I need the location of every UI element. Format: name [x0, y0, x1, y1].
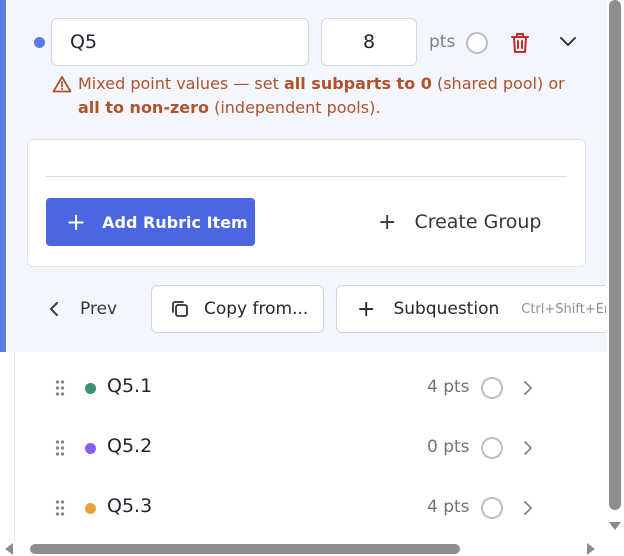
subpart-list: Q5.1 4 pts Q5.2 0 pts Q5.3 4 pts: [14, 352, 606, 542]
drag-handle-icon[interactable]: [55, 440, 65, 456]
warning-emphasis: all to non-zero: [78, 98, 210, 117]
subpart-color-dot: [85, 443, 96, 454]
subpart-title: Q5.2: [107, 435, 153, 457]
subpart-color-dot: [85, 383, 96, 394]
warning-text: (independent pools).: [209, 98, 381, 117]
add-rubric-item-button[interactable]: + Add Rubric Item: [46, 198, 255, 246]
warning-text: Mixed point values — set: [78, 74, 284, 93]
chevron-right-icon[interactable]: [523, 440, 533, 456]
warning-text: (shared pool) or: [431, 74, 565, 93]
chevron-right-icon[interactable]: [523, 380, 533, 396]
chevron-down-icon[interactable]: [557, 33, 579, 51]
horizontal-scroll-thumb[interactable]: [30, 544, 460, 554]
scroll-right-arrow-icon[interactable]: [586, 543, 596, 555]
divider: [46, 176, 567, 177]
list-item[interactable]: Q5.3 4 pts: [15, 478, 607, 538]
subpart-color-dot: [85, 503, 96, 514]
subpart-points: 4 pts: [427, 497, 470, 517]
question-points-input[interactable]: 8: [321, 18, 417, 66]
subpart-title: Q5.3: [107, 495, 153, 517]
copy-from-button[interactable]: Copy from...: [151, 285, 324, 333]
plus-icon: +: [357, 296, 376, 322]
prev-label: Prev: [80, 299, 118, 319]
question-color-dot: [34, 37, 45, 48]
scroll-left-arrow-icon[interactable]: [4, 543, 14, 555]
plus-icon: +: [66, 208, 87, 236]
list-item[interactable]: Q5.1 4 pts: [15, 358, 607, 418]
copy-icon: [172, 301, 188, 317]
subpart-points: 4 pts: [427, 377, 470, 397]
status-circle-icon[interactable]: [481, 377, 503, 399]
subquestion-label: Subquestion: [393, 299, 500, 319]
scroll-down-arrow-icon[interactable]: [609, 521, 621, 531]
add-rubric-item-label: Add Rubric Item: [102, 212, 248, 232]
subpart-points: 0 pts: [427, 437, 470, 457]
question-title-input[interactable]: Q5: [51, 18, 309, 66]
trash-icon[interactable]: [509, 31, 531, 55]
drag-handle-icon[interactable]: [55, 380, 65, 396]
add-subquestion-button[interactable]: + Subquestion Ctrl+Shift+En: [336, 285, 624, 333]
chevron-right-icon[interactable]: [523, 500, 533, 516]
chevron-left-icon: [50, 302, 58, 316]
question-nav-toolbar: Prev Copy from... + Subquestion Ctrl+Shi…: [0, 284, 624, 334]
subpart-title: Q5.1: [107, 375, 153, 397]
vertical-scroll-thumb[interactable]: [609, 0, 621, 510]
warning-emphasis: all subparts to 0: [283, 74, 432, 93]
rubric-section: + Add Rubric Item + Create Group: [27, 139, 586, 267]
question-editor: Q5 8 pts Mixed point values — set all su…: [0, 0, 624, 556]
keyboard-shortcut: Ctrl+Shift+En: [521, 301, 613, 317]
create-group-label: Create Group: [414, 211, 542, 233]
plus-icon: +: [378, 209, 397, 235]
mixed-points-warning: Mixed point values — set all subparts to…: [52, 72, 582, 120]
create-group-button[interactable]: + Create Group: [378, 198, 541, 246]
status-circle-icon[interactable]: [481, 437, 503, 459]
status-circle-icon[interactable]: [481, 497, 503, 519]
vertical-scrollbar[interactable]: [606, 0, 624, 542]
list-item[interactable]: Q5.2 0 pts: [15, 418, 607, 478]
drag-handle-icon[interactable]: [55, 500, 65, 516]
warning-triangle-icon: [52, 76, 72, 93]
prev-button[interactable]: Prev: [48, 284, 117, 334]
status-circle-icon[interactable]: [466, 32, 488, 54]
horizontal-scrollbar[interactable]: [0, 542, 624, 556]
points-unit-label: pts: [429, 32, 456, 52]
copy-from-label: Copy from...: [204, 299, 309, 319]
